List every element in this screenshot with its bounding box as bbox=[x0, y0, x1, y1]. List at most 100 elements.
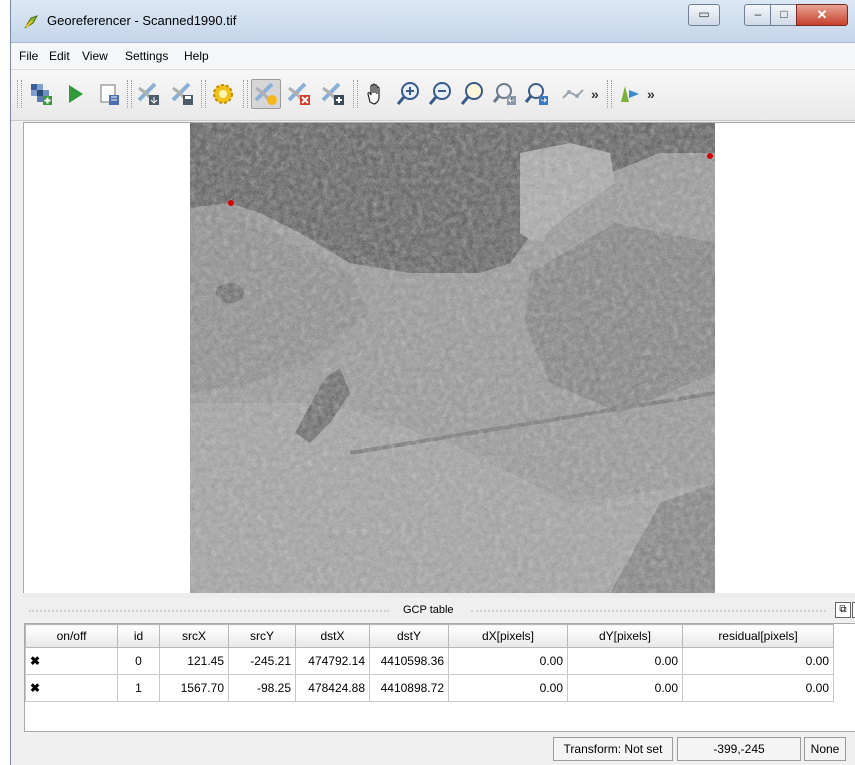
transformation-settings-button[interactable] bbox=[209, 80, 237, 108]
table-row[interactable]: ✖ 1 1567.70 -98.25 478424.88 4410898.72 … bbox=[25, 674, 834, 702]
col-header-dx[interactable]: dX[pixels] bbox=[448, 624, 568, 648]
zoom-in-button[interactable] bbox=[395, 80, 423, 108]
open-raster-button[interactable] bbox=[27, 80, 55, 108]
toolbar-grip[interactable] bbox=[353, 80, 358, 108]
srcx-cell[interactable]: 1567.70 bbox=[159, 674, 229, 702]
open-raster-icon bbox=[31, 84, 52, 105]
menu-help[interactable]: Help bbox=[184, 49, 209, 63]
toolbar-grip[interactable] bbox=[17, 80, 22, 108]
col-header-residual[interactable]: residual[pixels] bbox=[682, 624, 834, 648]
title-bar[interactable]: Georeferencer - Scanned1990.tif ▭ – □ ✕ bbox=[11, 0, 855, 43]
zoom-next-button[interactable] bbox=[523, 80, 551, 108]
checkbox-enabled-icon[interactable]: ✖ bbox=[30, 655, 42, 667]
link-georeferencer-to-qgis-icon bbox=[562, 89, 584, 99]
minimize-icon: – bbox=[754, 7, 762, 21]
col-header-dsty[interactable]: dstY bbox=[369, 624, 449, 648]
srcx-cell[interactable]: 121.45 bbox=[159, 647, 229, 675]
menu-settings[interactable]: Settings bbox=[125, 49, 168, 63]
zoom-next-icon bbox=[524, 83, 548, 105]
add-point-button[interactable] bbox=[251, 79, 281, 109]
delete-point-icon bbox=[287, 82, 310, 105]
link-qgis-to-georeferencer-icon bbox=[621, 86, 639, 102]
restore-button[interactable]: ▭ bbox=[688, 4, 720, 26]
pan-icon bbox=[367, 83, 380, 105]
dsty-cell[interactable]: 4410898.72 bbox=[369, 674, 449, 702]
srcy-cell[interactable]: -98.25 bbox=[228, 674, 296, 702]
col-header-id[interactable]: id bbox=[117, 624, 160, 648]
delete-point-button[interactable] bbox=[285, 80, 313, 108]
menu-file[interactable]: File bbox=[19, 49, 38, 63]
move-gcp-point-icon bbox=[321, 82, 344, 105]
dsty-cell[interactable]: 4410598.36 bbox=[369, 647, 449, 675]
add-point-icon bbox=[254, 82, 277, 105]
crs-button[interactable]: None bbox=[804, 737, 846, 761]
load-gcp-points-icon bbox=[137, 82, 159, 105]
georeferencer-map-canvas[interactable] bbox=[23, 122, 855, 594]
transform-status[interactable]: Transform: Not set bbox=[553, 737, 673, 761]
toolbar-grip[interactable] bbox=[127, 80, 132, 108]
toolbar: » » bbox=[11, 70, 855, 121]
col-header-dy[interactable]: dY[pixels] bbox=[567, 624, 683, 648]
aerial-raster-image bbox=[190, 123, 715, 593]
dstx-cell[interactable]: 474792.14 bbox=[295, 647, 370, 675]
toolbar-overflow-chevron[interactable]: » bbox=[591, 86, 599, 102]
transformation-settings-icon bbox=[213, 84, 233, 104]
generate-gdal-script-icon bbox=[100, 84, 119, 105]
move-gcp-point-button[interactable] bbox=[319, 80, 347, 108]
status-bar: Transform: Not set -399,-245 None bbox=[23, 733, 855, 765]
menu-edit[interactable]: Edit bbox=[49, 49, 70, 63]
maximize-icon: □ bbox=[780, 7, 788, 21]
residual-cell: 0.00 bbox=[682, 647, 834, 675]
load-gcp-points-button[interactable] bbox=[135, 80, 163, 108]
generate-gdal-script-button[interactable] bbox=[95, 80, 123, 108]
gcp-grid: on/off id srcX srcY dstX dstY dX[pixels]… bbox=[25, 624, 834, 702]
close-window-button[interactable]: ✕ bbox=[796, 4, 848, 26]
float-panel-button[interactable]: ⧉ bbox=[835, 602, 851, 618]
qgis-icon bbox=[24, 15, 39, 29]
srcy-cell[interactable]: -245.21 bbox=[228, 647, 296, 675]
zoom-to-layer-button[interactable] bbox=[459, 80, 487, 108]
link-qgis-to-georeferencer-button[interactable] bbox=[615, 80, 643, 108]
on-off-cell[interactable]: ✖ bbox=[25, 647, 118, 675]
col-header-srcx[interactable]: srcX bbox=[159, 624, 229, 648]
panel-splitter[interactable] bbox=[23, 593, 855, 598]
zoom-out-button[interactable] bbox=[427, 80, 455, 108]
toolbar-overflow-chevron-2[interactable]: » bbox=[647, 86, 655, 102]
close-icon: ✕ bbox=[816, 7, 828, 22]
checkbox-enabled-icon[interactable]: ✖ bbox=[30, 682, 42, 694]
gcp-point-0[interactable] bbox=[228, 200, 234, 206]
menu-bar: File Edit View Settings Help bbox=[11, 43, 855, 70]
zoom-out-icon bbox=[428, 82, 451, 105]
toolbar-grip[interactable] bbox=[607, 80, 612, 108]
zoom-last-icon bbox=[492, 83, 516, 105]
window-title: Georeferencer - Scanned1990.tif bbox=[47, 13, 237, 28]
zoom-in-icon bbox=[396, 82, 419, 105]
save-gcp-points-button[interactable] bbox=[169, 80, 197, 108]
toolbar-grip[interactable] bbox=[201, 80, 206, 108]
zoom-last-button[interactable] bbox=[491, 80, 519, 108]
float-icon: ⧉ bbox=[839, 604, 847, 615]
col-header-on-off[interactable]: on/off bbox=[25, 624, 118, 648]
on-off-cell[interactable]: ✖ bbox=[25, 674, 118, 702]
col-header-dstx[interactable]: dstX bbox=[295, 624, 370, 648]
zoom-to-layer-icon bbox=[460, 82, 483, 105]
coordinate-readout: -399,-245 bbox=[677, 737, 801, 761]
link-georeferencer-to-qgis-button[interactable] bbox=[559, 80, 587, 108]
gcp-table-titlebar[interactable]: GCP table ⧉ ✕ bbox=[23, 600, 855, 622]
minimize-button[interactable]: – bbox=[744, 4, 772, 26]
gcp-point-1[interactable] bbox=[707, 153, 713, 159]
table-row[interactable]: ✖ 0 121.45 -245.21 474792.14 4410598.36 … bbox=[25, 647, 834, 675]
gcp-table[interactable]: on/off id srcX srcY dstX dstY dX[pixels]… bbox=[24, 623, 855, 732]
titlebar-grip-right bbox=[471, 610, 826, 612]
residual-cell: 0.00 bbox=[682, 674, 834, 702]
toolbar-grip[interactable] bbox=[243, 80, 248, 108]
restore-icon: ▭ bbox=[698, 7, 710, 21]
georeferencer-window: Georeferencer - Scanned1990.tif ▭ – □ ✕ … bbox=[10, 0, 855, 765]
menu-view[interactable]: View bbox=[82, 49, 108, 63]
pan-button[interactable] bbox=[361, 80, 389, 108]
dx-cell: 0.00 bbox=[448, 647, 568, 675]
col-header-srcy[interactable]: srcY bbox=[228, 624, 296, 648]
maximize-button[interactable]: □ bbox=[770, 4, 798, 26]
dstx-cell[interactable]: 478424.88 bbox=[295, 674, 370, 702]
start-georeferencing-button[interactable] bbox=[61, 80, 89, 108]
